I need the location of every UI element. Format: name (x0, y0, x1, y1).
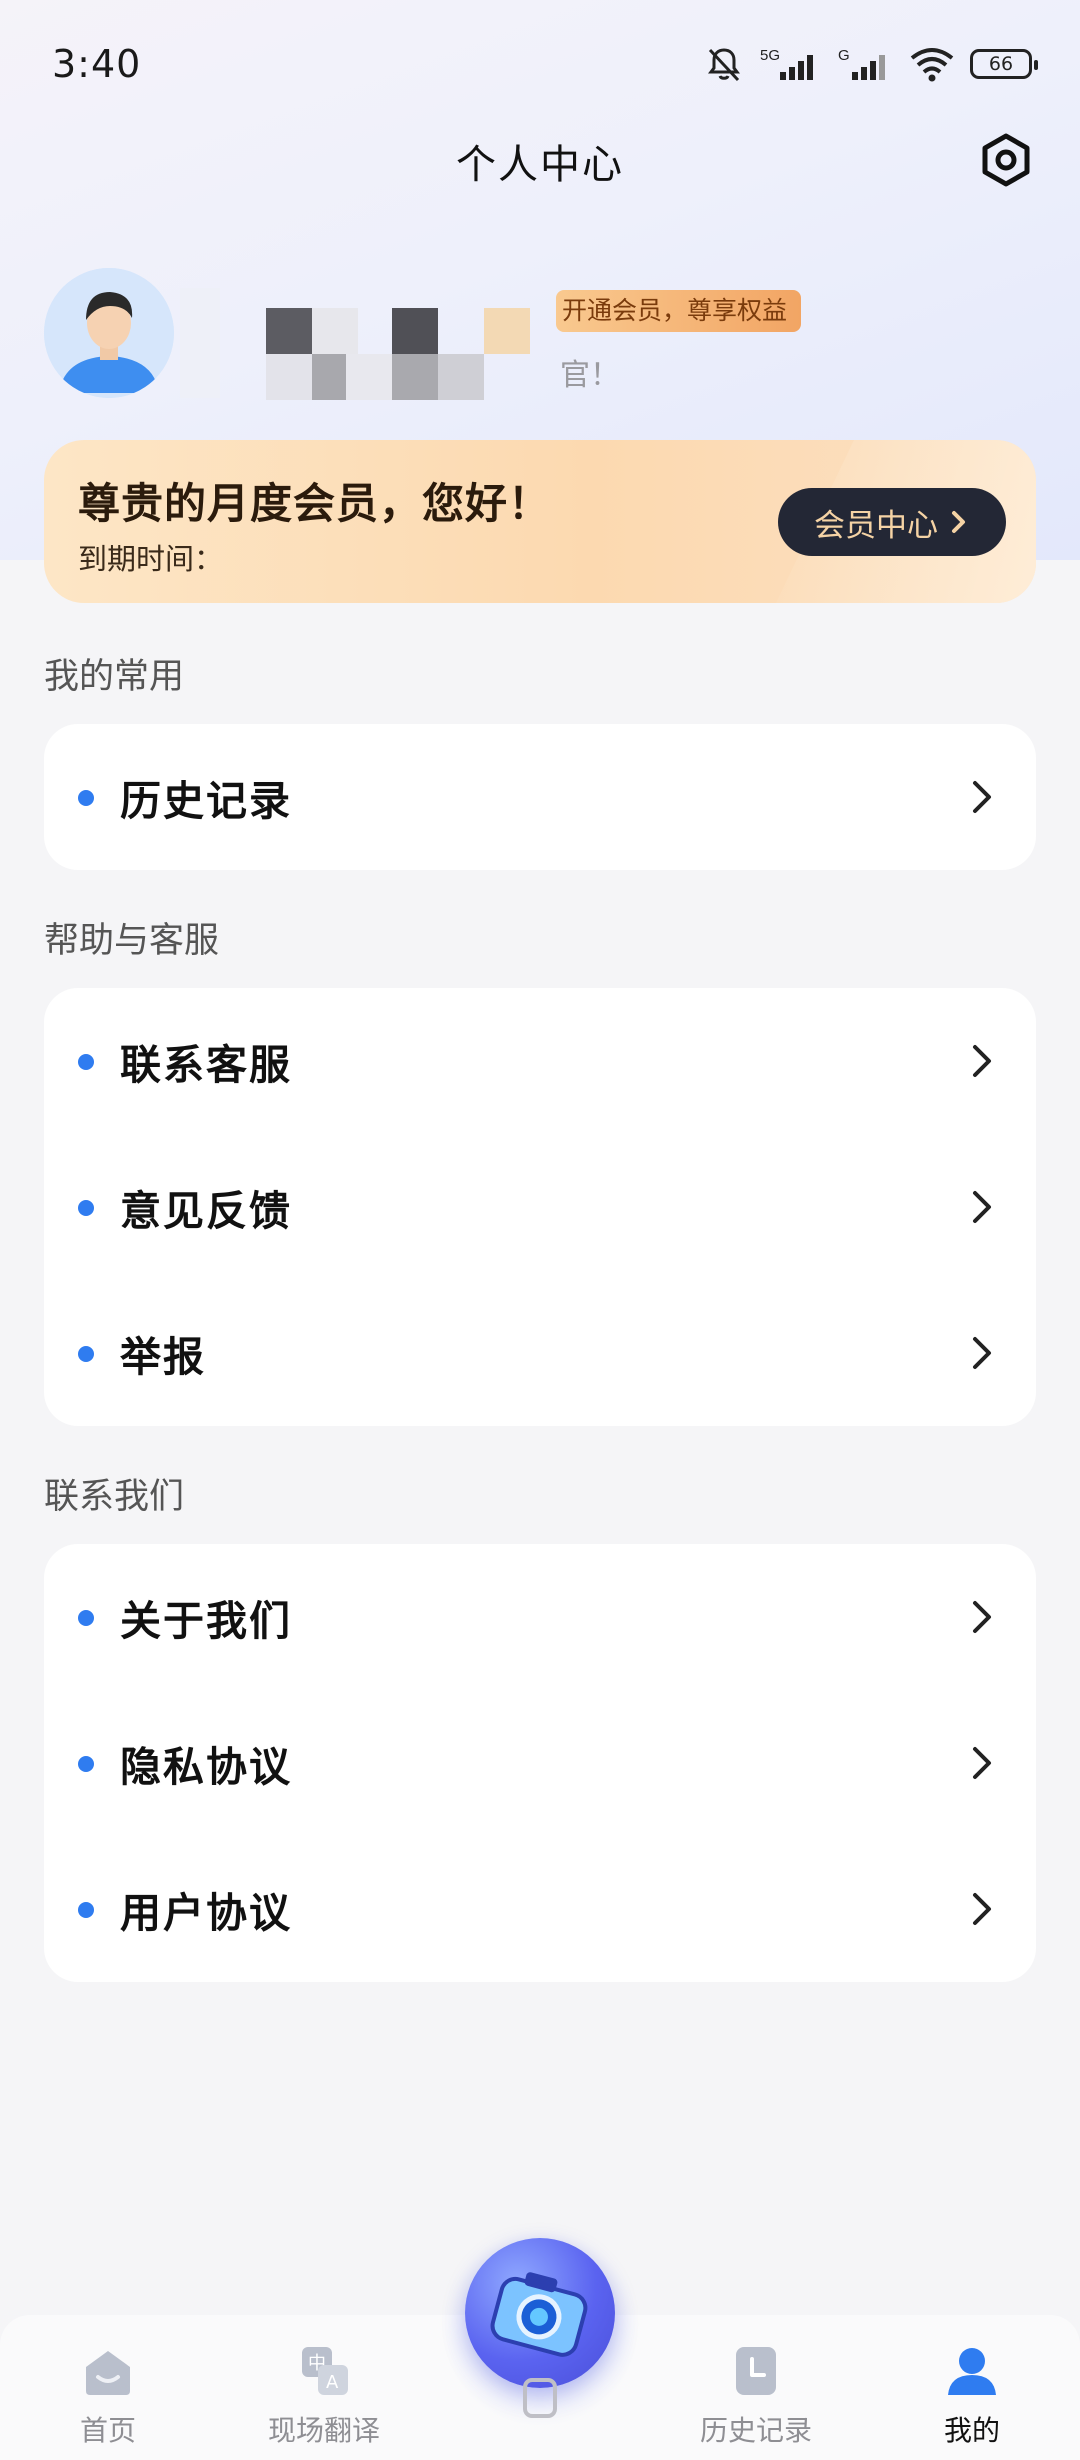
wifi-icon (910, 48, 954, 82)
camera-button[interactable] (465, 2238, 615, 2388)
bullet-dot (78, 1610, 94, 1626)
list-item-label: 用户协议 (120, 1889, 292, 1937)
nav-label-mine: 我的 (943, 2414, 1000, 2447)
member-greeting: 尊贵的月度会员，您好！ (78, 479, 552, 528)
status-icons: 5G G 66 (704, 44, 1038, 84)
section-title-contact: 联系我们 (44, 1477, 185, 1517)
status-bar: 3:40 5G G 66 (0, 0, 1080, 130)
list-item-privacy[interactable]: 隐私协议 (44, 1690, 1036, 1836)
nav-label-translate: 现场翻译 (267, 2414, 380, 2447)
list-item-feedback[interactable]: 意见反馈 (44, 1134, 1036, 1280)
chevron-right-icon (973, 1045, 991, 1077)
nav-label-history: 历史记录 (699, 2414, 812, 2447)
list-item-label: 历史记录 (120, 777, 292, 825)
bullet-dot (78, 790, 94, 806)
card-contact: 关于我们 隐私协议 用户协议 (44, 1544, 1036, 1982)
settings-hexagon-icon (982, 133, 1030, 187)
section-title-common: 我的常用 (44, 657, 185, 697)
blurred-username-image (180, 288, 530, 400)
member-banner: 尊贵的月度会员，您好！ 到期时间： 会员中心 (44, 440, 1036, 603)
chevron-right-icon (952, 511, 965, 533)
bullet-dot (78, 1054, 94, 1070)
translate-icon: 中 A (302, 2347, 348, 2395)
section-title-help: 帮助与客服 (44, 921, 220, 961)
list-item-label: 隐私协议 (120, 1743, 292, 1791)
battery-icon: 66 (970, 49, 1038, 79)
bullet-dot (78, 1346, 94, 1362)
system-home-button[interactable] (523, 2378, 557, 2418)
nav-item-mine[interactable]: 我的 (882, 2343, 1062, 2449)
list-item-label: 联系客服 (120, 1041, 292, 1089)
list-item-contact-service[interactable]: 联系客服 (44, 988, 1036, 1134)
member-center-button[interactable]: 会员中心 (778, 488, 1006, 556)
list-item-about[interactable]: 关于我们 (44, 1544, 1036, 1690)
list-item-report[interactable]: 举报 (44, 1280, 1036, 1426)
svg-text:A: A (326, 2372, 339, 2393)
chevron-right-icon (973, 1601, 991, 1633)
signal-g-icon: G (838, 47, 885, 80)
nav-label-home: 首页 (79, 2414, 136, 2447)
member-center-label: 会员中心 (814, 507, 938, 544)
username-mosaic (180, 278, 560, 408)
list-item-label: 意见反馈 (120, 1187, 292, 1235)
chevron-right-icon (973, 1191, 991, 1223)
profile-icon (948, 2348, 996, 2395)
list-item-label: 关于我们 (120, 1597, 292, 1645)
bullet-dot (78, 1756, 94, 1772)
chevron-right-icon (973, 1893, 991, 1925)
chevron-right-icon (973, 1337, 991, 1369)
chevron-right-icon (973, 1747, 991, 1779)
svg-text:G: G (838, 47, 850, 64)
nav-item-translate[interactable]: 中 A 现场翻译 (234, 2343, 414, 2449)
page-title: 个人中心 (456, 142, 624, 188)
card-help: 联系客服 意见反馈 举报 (44, 988, 1036, 1426)
status-time: 3:40 (52, 42, 142, 86)
list-item-history[interactable]: 历史记录 (44, 724, 1036, 870)
member-expire-label: 到期时间： (78, 542, 224, 576)
profile-hint-text: 官！ (560, 358, 620, 393)
signal-5g-icon: 5G (760, 47, 813, 80)
avatar-person-icon (44, 268, 174, 398)
nav-item-home[interactable]: 首页 (18, 2343, 198, 2449)
nav-item-history[interactable]: 历史记录 (666, 2343, 846, 2449)
list-item-label: 举报 (120, 1333, 206, 1381)
bullet-dot (78, 1200, 94, 1216)
card-common: 历史记录 (44, 724, 1036, 870)
mute-bell-icon (708, 48, 740, 82)
settings-button[interactable] (976, 130, 1036, 190)
chevron-right-icon (973, 781, 991, 813)
network-5g-label: 5G (760, 47, 780, 64)
list-item-user-agreement[interactable]: 用户协议 (44, 1836, 1036, 1982)
camera-icon (490, 2272, 588, 2357)
history-icon (736, 2347, 776, 2395)
home-icon (86, 2351, 130, 2395)
battery-level: 66 (988, 53, 1014, 75)
avatar[interactable] (44, 268, 174, 398)
bullet-dot (78, 1902, 94, 1918)
vip-promo-tag[interactable]: 开通会员，尊享权益 (556, 290, 802, 332)
